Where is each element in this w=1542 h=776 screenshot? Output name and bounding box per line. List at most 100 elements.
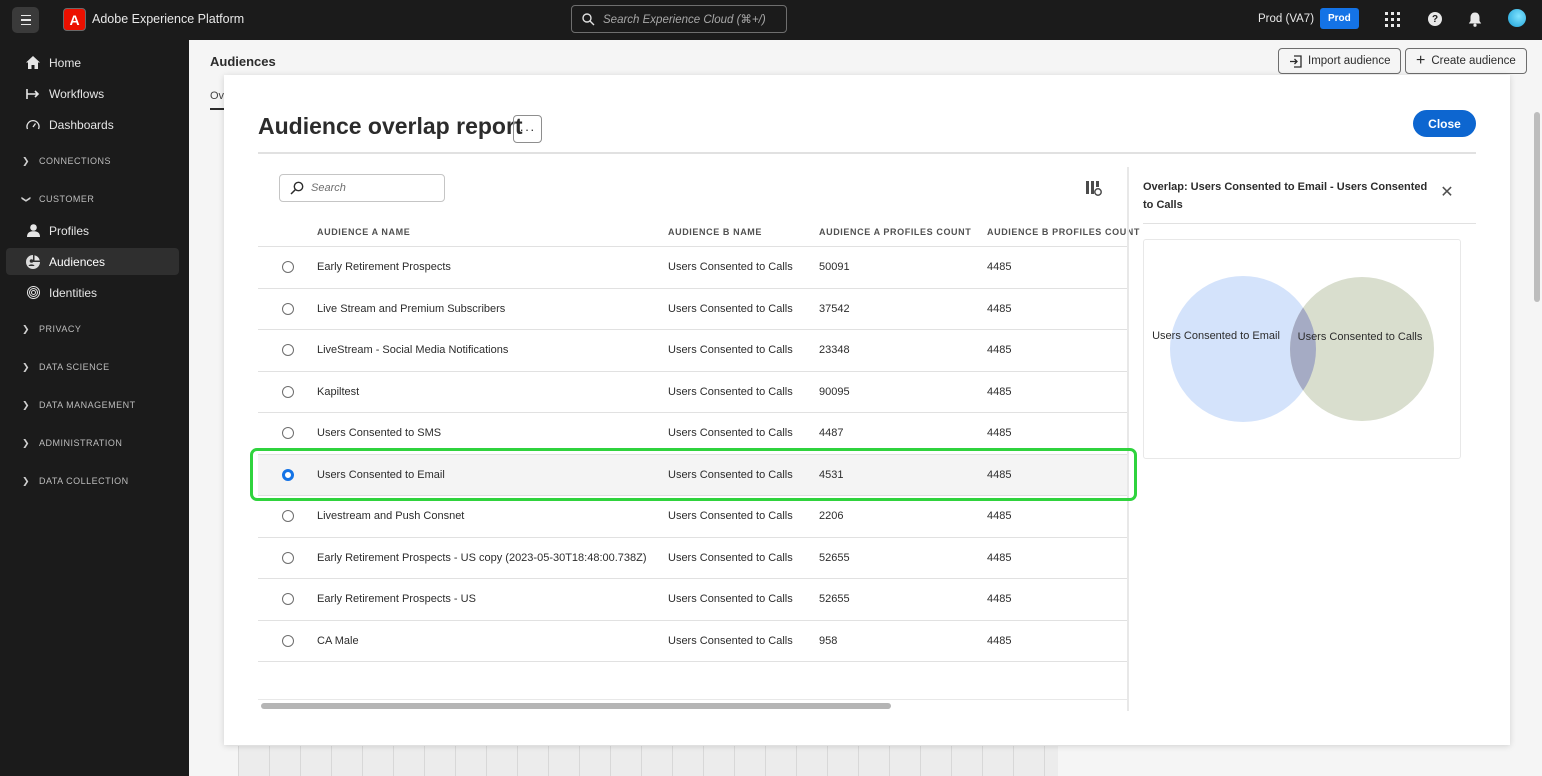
chevron-down-icon: ❯ bbox=[21, 195, 32, 204]
row-radio-button[interactable] bbox=[282, 261, 294, 273]
audience-a-name-cell: Live Stream and Premium Subscribers bbox=[317, 302, 506, 315]
audience-a-name-cell: Livestream and Push Consnet bbox=[317, 510, 465, 522]
menu-icon[interactable] bbox=[12, 7, 39, 33]
column-header-audience-a-name[interactable]: AUDIENCE A NAME bbox=[317, 227, 410, 237]
table-row[interactable]: Early Retirement Prospects Users Consente… bbox=[258, 247, 1128, 289]
overlap-table: AUDIENCE A NAME AUDIENCE B NAME AUDIENCE… bbox=[258, 217, 1139, 662]
table-row[interactable]: Early Retirement Prospects - US Users Con… bbox=[258, 579, 1128, 621]
top-bar: A Adobe Experience Platform Search Exper… bbox=[0, 0, 1542, 40]
app-title[interactable]: Adobe Experience Platform bbox=[92, 12, 244, 26]
sidebar-item-label: Workflows bbox=[49, 86, 105, 101]
avatar[interactable] bbox=[1506, 7, 1528, 29]
search-input[interactable]: Search bbox=[279, 174, 445, 202]
sandbox-badge[interactable]: Prod bbox=[1320, 8, 1359, 29]
audience-a-name-cell: LiveStream - Social Media Notifications bbox=[317, 344, 509, 356]
page-scrollbar[interactable] bbox=[1534, 112, 1540, 302]
fingerprint-icon bbox=[26, 286, 40, 300]
venn-diagram: Users Consented to Email Users Consented… bbox=[1152, 276, 1434, 422]
venn-diagram-card: Users Consented to Email Users Consented… bbox=[1143, 239, 1461, 459]
overlap-panel-title: Overlap: Users Consented to Email - User… bbox=[1143, 181, 1428, 211]
venn-right-label: Users Consented to Calls bbox=[1298, 331, 1423, 343]
create-audience-button[interactable]: + Create audience bbox=[1405, 48, 1527, 74]
adobe-logo-icon[interactable]: A bbox=[63, 8, 86, 31]
column-header-audience-a-count[interactable]: AUDIENCE A PROFILES COUNT bbox=[819, 227, 971, 237]
venn-left-label: Users Consented to Email bbox=[1152, 330, 1280, 342]
table-row[interactable]: Kapiltest Users Consented to Calls 90095 44… bbox=[258, 372, 1128, 413]
close-button[interactable]: Close bbox=[1413, 110, 1476, 137]
sidebar-section-data-science[interactable]: ❯ DATA SCIENCE bbox=[22, 359, 110, 375]
row-radio-button[interactable] bbox=[282, 468, 294, 481]
more-actions-button[interactable]: ··· bbox=[513, 115, 542, 143]
row-radio-button[interactable] bbox=[282, 385, 294, 398]
audience-a-name-cell: Early Retirement Prospects bbox=[317, 261, 451, 273]
table-row[interactable]: CA Male Users Consented to Calls 958 4485 bbox=[258, 621, 1128, 662]
row-radio-button[interactable] bbox=[282, 302, 294, 315]
user-icon bbox=[26, 224, 40, 238]
column-settings-icon[interactable] bbox=[1086, 180, 1102, 196]
column-header-audience-b-count[interactable]: AUDIENCE B PROFILES COUNT bbox=[987, 227, 1140, 237]
sidebar-section-customer[interactable]: ❯ CUSTOMER bbox=[22, 191, 94, 207]
row-radio-button[interactable] bbox=[282, 427, 294, 439]
row-radio-button[interactable] bbox=[282, 344, 294, 356]
table-row[interactable]: Live Stream and Premium Subscribers Users… bbox=[258, 289, 1128, 330]
sidebar-item-identities[interactable]: Identities bbox=[6, 279, 179, 306]
horizontal-scrollbar[interactable] bbox=[258, 699, 1128, 709]
audience-a-count-cell: 23348 bbox=[819, 344, 850, 356]
sidebar-item-dashboards[interactable]: Dashboards bbox=[6, 111, 179, 138]
apps-grid-icon[interactable] bbox=[1383, 10, 1401, 28]
chevron-right-icon: ❯ bbox=[22, 155, 31, 166]
audience-a-name-cell: Early Retirement Prospects - US copy (20… bbox=[317, 551, 647, 564]
workflows-icon bbox=[26, 87, 40, 101]
sidebar-section-privacy[interactable]: ❯ PRIVACY bbox=[22, 321, 81, 337]
sidebar-item-label: Identities bbox=[49, 285, 98, 300]
sidebar-item-profiles[interactable]: Profiles bbox=[6, 217, 179, 244]
chevron-right-icon: ❯ bbox=[22, 399, 31, 410]
tab-overview[interactable]: Ov bbox=[210, 90, 224, 102]
row-radio-button[interactable] bbox=[282, 634, 294, 647]
table-row[interactable]: LiveStream - Social Media Notifications U… bbox=[258, 330, 1128, 372]
audience-b-count-cell: 4485 bbox=[987, 593, 1012, 605]
page-title: Audiences bbox=[210, 54, 276, 69]
background-table bbox=[238, 746, 1058, 776]
table-row[interactable]: Livestream and Push Consnet Users Consent… bbox=[258, 496, 1128, 538]
sidebar-section-label: CUSTOMER bbox=[39, 194, 95, 204]
home-icon bbox=[26, 56, 40, 70]
row-radio-button[interactable] bbox=[282, 551, 294, 564]
table-row[interactable]: Users Consented to SMS Users Consented to… bbox=[258, 413, 1128, 455]
scrollbar-thumb[interactable] bbox=[261, 703, 891, 709]
audience-b-count-cell: 4485 bbox=[987, 427, 1012, 439]
close-icon[interactable]: ✕ bbox=[1440, 184, 1454, 201]
import-audience-button[interactable]: Import audience bbox=[1278, 48, 1402, 74]
sidebar: Home Workflows Dashboards ❯ CONNECTIONS … bbox=[0, 40, 189, 776]
import-audience-label: Import audience bbox=[1308, 55, 1391, 67]
table-row[interactable]: Users Consented to Email Users Consented … bbox=[258, 454, 1128, 496]
table-body: Early Retirement Prospects Users Consente… bbox=[258, 247, 1128, 662]
bell-icon[interactable] bbox=[1466, 10, 1484, 28]
sidebar-section-connections[interactable]: ❯ CONNECTIONS bbox=[22, 153, 111, 169]
sidebar-item-label: Dashboards bbox=[49, 117, 114, 132]
sidebar-section-administration[interactable]: ❯ ADMINISTRATION bbox=[22, 435, 122, 451]
audience-a-name-cell: Kapiltest bbox=[317, 385, 360, 398]
sidebar-item-workflows[interactable]: Workflows bbox=[6, 80, 179, 107]
sidebar-item-audiences[interactable]: Audiences bbox=[6, 248, 179, 275]
help-icon[interactable]: ? bbox=[1426, 10, 1444, 28]
audience-a-name-cell: Users Consented to SMS bbox=[317, 427, 442, 439]
sidebar-section-data-collection[interactable]: ❯ DATA COLLECTION bbox=[22, 473, 129, 489]
row-radio-button[interactable] bbox=[282, 593, 294, 605]
sidebar-section-data-management[interactable]: ❯ DATA MANAGEMENT bbox=[22, 397, 136, 413]
row-radio-button[interactable] bbox=[282, 510, 294, 522]
audience-a-name-cell: CA Male bbox=[317, 634, 359, 647]
search-icon bbox=[582, 12, 595, 25]
column-header-audience-b-name[interactable]: AUDIENCE B NAME bbox=[668, 227, 762, 237]
sidebar-item-label: Profiles bbox=[49, 223, 90, 238]
global-search-input[interactable]: Search Experience Cloud (⌘+/) bbox=[571, 5, 787, 33]
chevron-right-icon: ❯ bbox=[22, 361, 31, 372]
audience-a-count-cell: 90095 bbox=[819, 385, 850, 398]
org-switcher[interactable]: Prod (VA7) bbox=[1258, 13, 1314, 25]
table-row[interactable]: Early Retirement Prospects - US copy (20… bbox=[258, 538, 1128, 579]
search-icon bbox=[290, 181, 304, 195]
chevron-right-icon: ❯ bbox=[22, 475, 31, 486]
audience-a-count-cell: 4531 bbox=[819, 468, 844, 481]
audience-a-count-cell: 2206 bbox=[819, 510, 844, 522]
sidebar-item-home[interactable]: Home bbox=[6, 49, 179, 76]
